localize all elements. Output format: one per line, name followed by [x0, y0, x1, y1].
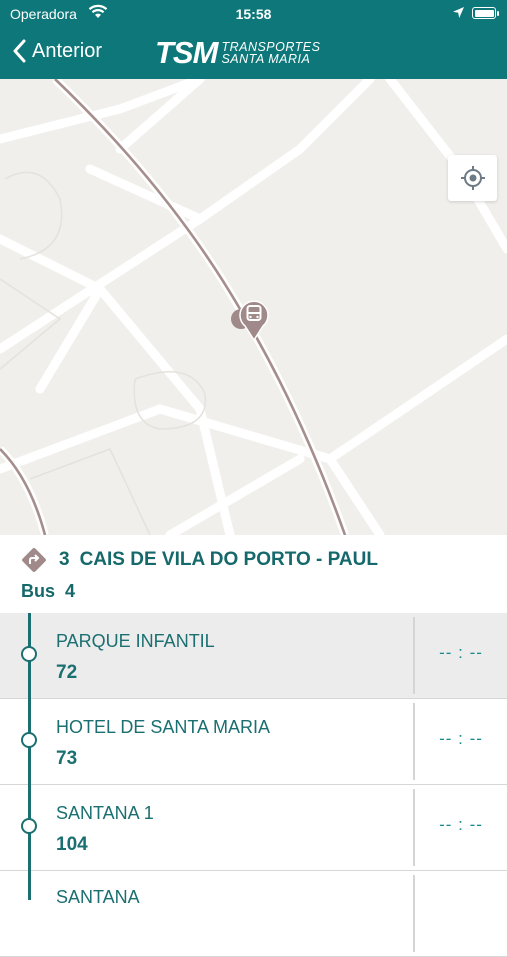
- location-arrow-icon: [452, 6, 465, 22]
- map-view[interactable]: [0, 79, 507, 535]
- clock: 15:58: [235, 6, 272, 22]
- direction-sign-icon: [22, 548, 46, 572]
- stop-dot-icon: [21, 732, 37, 748]
- stop-code: 104: [56, 834, 88, 855]
- bus-info: Bus 4: [21, 581, 75, 602]
- bus-marker-icon[interactable]: [229, 294, 273, 347]
- stop-code: 72: [56, 662, 78, 683]
- locate-me-button[interactable]: [448, 155, 497, 201]
- stop-eta: -- : --: [439, 815, 483, 834]
- back-label: Anterior: [32, 39, 103, 62]
- logo-text: TRANSPORTES SANTA MARIA: [221, 41, 320, 66]
- stop-list[interactable]: PARQUE INFANTIL 72 -- : -- HOTEL DE SANT…: [0, 613, 507, 957]
- stop-dot-icon: [21, 646, 37, 662]
- route-header: 3 CAIS DE VILA DO PORTO - PAUL Bus 4: [0, 535, 507, 613]
- bus-number: 4: [65, 581, 76, 601]
- bus-label: Bus: [21, 581, 56, 601]
- app-header: Operadora 15:58 Anterior TSM TRANSPORTES…: [0, 0, 507, 79]
- stop-name: HOTEL DE SANTA MARIA: [56, 717, 271, 737]
- stop-name: SANTANA 1: [56, 803, 154, 823]
- stop-code: 73: [56, 748, 78, 769]
- stop-dot-icon: [21, 818, 37, 834]
- status-bar: Operadora 15:58: [0, 0, 507, 28]
- stop-eta: -- : --: [439, 643, 483, 662]
- stop-eta: -- : --: [439, 729, 483, 748]
- battery-icon: [472, 7, 499, 19]
- chevron-left-icon: [13, 39, 26, 63]
- stop-row[interactable]: SANTANA 1 104 -- : --: [0, 785, 507, 871]
- route-number: 3: [59, 549, 70, 570]
- stop-row[interactable]: HOTEL DE SANTA MARIA 73 -- : --: [0, 699, 507, 785]
- logo-line2: SANTA MARIA: [221, 52, 311, 66]
- stop-row[interactable]: PARQUE INFANTIL 72 -- : --: [0, 613, 507, 699]
- back-button[interactable]: Anterior: [12, 36, 102, 66]
- divider: [413, 875, 415, 952]
- route-title: 3 CAIS DE VILA DO PORTO - PAUL: [21, 547, 378, 573]
- route-name: CAIS DE VILA DO PORTO - PAUL: [79, 549, 378, 570]
- stop-row[interactable]: SANTANA: [0, 871, 507, 957]
- stop-name: PARQUE INFANTIL: [56, 631, 215, 651]
- stop-name: SANTANA: [56, 887, 140, 907]
- crosshair-icon: [460, 166, 485, 190]
- logo-mark: TSM: [155, 35, 218, 70]
- app-logo: TSM TRANSPORTES SANTA MARIA: [155, 35, 320, 70]
